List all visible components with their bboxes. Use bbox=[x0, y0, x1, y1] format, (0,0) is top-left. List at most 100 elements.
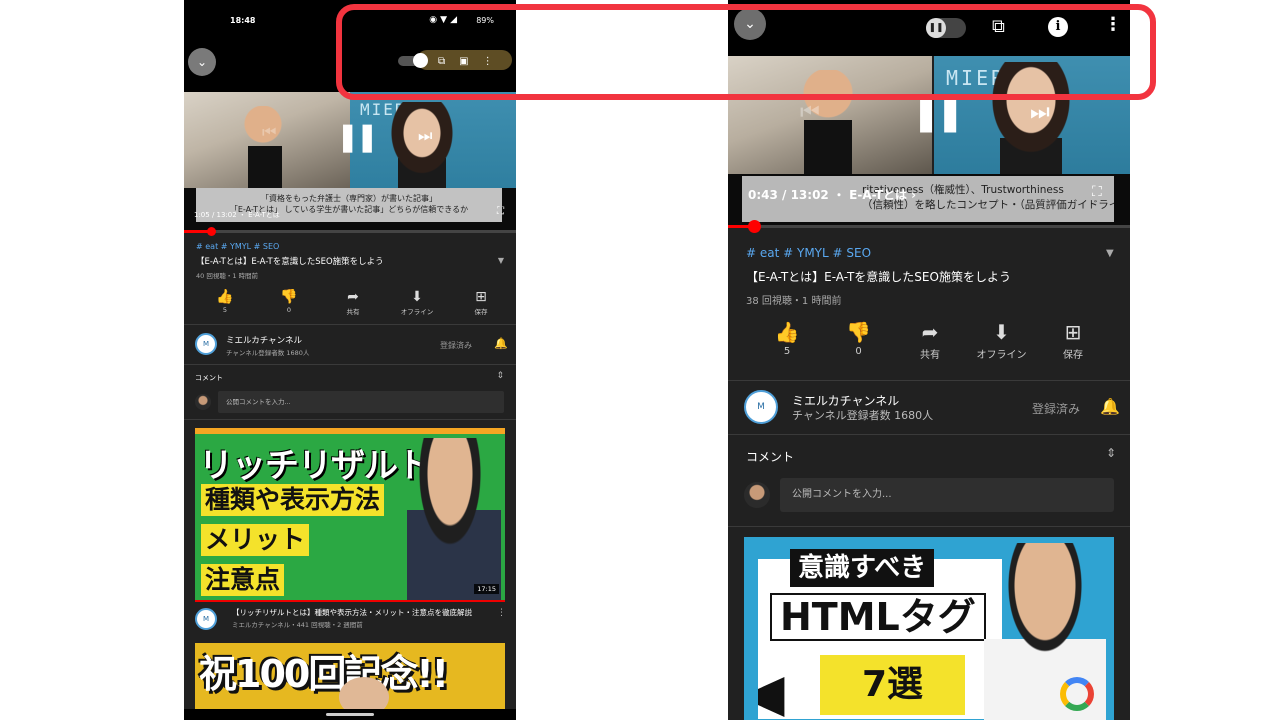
dislike-button[interactable]: 👎 0 bbox=[264, 288, 314, 316]
pause-icon[interactable]: ❚❚ bbox=[911, 92, 965, 133]
fullscreen-icon[interactable]: ⛶ bbox=[1092, 184, 1102, 200]
next-video-title[interactable]: 【リッチリザルトとは】種類や表示方法・メリット・注意点を徹底解説 bbox=[232, 607, 494, 618]
like-button[interactable]: 👍 5 bbox=[200, 288, 250, 316]
channel-name[interactable]: ミエルカチャンネル bbox=[226, 334, 302, 346]
timecode: 1:05 / 13:02 ・ E-A-Tとは bbox=[194, 211, 280, 219]
google-logo-icon bbox=[1060, 677, 1094, 711]
timecode[interactable]: 0:43 / 13:02 ・ E-A-Tとは › bbox=[748, 186, 916, 203]
battery-level: 89% bbox=[476, 16, 494, 25]
comments-heading[interactable]: コメント bbox=[746, 448, 794, 465]
subtitle-line-1: 「資格をもった弁護士（専門家）が書いた記事」 bbox=[261, 194, 437, 203]
channel-avatar[interactable]: M bbox=[744, 390, 778, 424]
more-vert-icon[interactable]: ⋮ bbox=[497, 608, 506, 618]
comments-heading[interactable]: コメント bbox=[195, 373, 223, 383]
next-video-thumbnail[interactable]: 意識すべき HTMLタグ 7選 bbox=[744, 537, 1114, 720]
subscribed-button[interactable]: 登録済み bbox=[440, 340, 472, 351]
next-icon[interactable]: ⏭ bbox=[1030, 100, 1050, 125]
hashtags[interactable]: # eat # YMYL # SEO bbox=[746, 246, 871, 260]
download-button[interactable]: ⬇ オフライン bbox=[967, 318, 1037, 361]
autoplay-toggle[interactable]: ❚❚ bbox=[926, 18, 966, 38]
like-count: 5 bbox=[783, 346, 791, 357]
left-phone-screen: 18:48 ◉▼◢ 89% ⌄ ⧉ ▣ ⋮ MIER ⏮ ❚❚ ⏭ bbox=[184, 0, 516, 720]
right-phone-screen: ⌄ ❚❚ ⧉ i ⋮ MIER ⏮ ❚❚ ⏭ ritativeness（権威性）… bbox=[728, 0, 1130, 720]
download-label: オフライン bbox=[976, 350, 1027, 361]
mieruca-logo-icon: M bbox=[202, 340, 210, 348]
dislike-button[interactable]: 👎 0 bbox=[824, 318, 894, 361]
thumbnail-line-2: HTMLタグ bbox=[770, 593, 986, 641]
expand-comments-icon[interactable]: ⇕ bbox=[496, 371, 504, 381]
video-title[interactable]: 【E-A-Tとは】E-A-Tを意識したSEO施策をしよう bbox=[746, 268, 1011, 285]
pause-icon[interactable]: ❚❚ bbox=[336, 120, 379, 153]
save-button[interactable]: ⊞ 保存 bbox=[456, 288, 506, 316]
expand-comments-icon[interactable]: ⇕ bbox=[1106, 446, 1116, 460]
save-icon: ⊞ bbox=[1064, 320, 1082, 344]
fullscreen-icon[interactable]: ⛶ bbox=[497, 206, 504, 217]
action-bar: 👍 5 👎 0 ➦ 共有 ⬇ オフライン ⊞ 保存 bbox=[200, 288, 506, 316]
save-button[interactable]: ⊞ 保存 bbox=[1038, 318, 1108, 361]
video-meta: 40 回視聴・1 時間前 bbox=[196, 272, 259, 280]
mieruca-logo-icon: M bbox=[202, 615, 210, 623]
presenter-figure bbox=[780, 70, 876, 174]
watched-progress-bar bbox=[195, 600, 505, 602]
status-time: 18:48 bbox=[230, 16, 256, 25]
dislike-count: 0 bbox=[286, 306, 292, 314]
more-vert-icon[interactable]: ⋮ bbox=[1104, 14, 1122, 35]
divider bbox=[184, 324, 516, 325]
thumbnail-line-2: 種類や表示方法 bbox=[201, 484, 385, 516]
captions-icon[interactable]: ▣ bbox=[459, 56, 468, 67]
subscriber-count: チャンネル登録者数 1680人 bbox=[792, 409, 934, 422]
seek-bar-handle[interactable] bbox=[207, 227, 216, 236]
thumb-up-icon: 👍 bbox=[216, 289, 234, 305]
cast-icon[interactable]: ⧉ bbox=[438, 56, 445, 67]
player-top-controls: ⧉ ▣ ⋮ bbox=[398, 52, 493, 70]
info-icon[interactable]: i bbox=[1048, 17, 1068, 37]
save-icon: ⊞ bbox=[475, 289, 487, 305]
download-icon: ⬇ bbox=[993, 320, 1010, 344]
more-vert-icon[interactable]: ⋮ bbox=[483, 56, 493, 67]
share-label: 共有 bbox=[920, 350, 940, 361]
next-icon[interactable]: ⏭ bbox=[418, 126, 432, 146]
autoplay-toggle[interactable] bbox=[398, 53, 428, 68]
mieruca-logo-icon: M bbox=[757, 402, 765, 412]
share-button[interactable]: ➦ 共有 bbox=[328, 288, 378, 316]
minimize-player-button[interactable]: ⌄ bbox=[734, 8, 766, 40]
seek-bar[interactable] bbox=[728, 220, 1130, 233]
chevron-down-icon: ⌄ bbox=[744, 16, 756, 32]
channel-avatar[interactable]: M bbox=[195, 608, 217, 630]
comment-input[interactable]: 公開コメントを入力... bbox=[218, 391, 504, 413]
status-bar: 18:48 ◉▼◢ 89% bbox=[184, 14, 516, 30]
like-button[interactable]: 👍 5 bbox=[752, 318, 822, 361]
next-video-thumbnail[interactable]: リッチリザルト 種類や表示方法 メリット 注意点 17:15 bbox=[195, 428, 505, 600]
channel-avatar[interactable]: M bbox=[195, 333, 217, 355]
thumbnail-line-3: メリット bbox=[201, 524, 310, 556]
share-icon: ➦ bbox=[347, 289, 359, 305]
divider bbox=[728, 526, 1130, 527]
video-meta: 38 回視聴・1 時間前 bbox=[746, 296, 842, 307]
subscribed-button[interactable]: 登録済み bbox=[1032, 400, 1080, 417]
seek-bar-handle[interactable] bbox=[748, 220, 761, 233]
third-video-thumbnail[interactable]: 祝100回記念!! bbox=[195, 643, 505, 709]
thumbnail-line-3: 7選 bbox=[820, 655, 966, 715]
expand-description-icon[interactable]: ▼ bbox=[1106, 248, 1114, 259]
action-bar: 👍 5 👎 0 ➦ 共有 ⬇ オフライン ⊞ 保存 bbox=[752, 318, 1108, 361]
thumbnail-line-4: 注意点 bbox=[201, 564, 285, 596]
seek-bar[interactable] bbox=[184, 227, 516, 236]
video-title[interactable]: 【E-A-Tとは】E-A-Tを意識したSEO施策をしよう bbox=[196, 255, 384, 267]
home-gesture-pill[interactable] bbox=[326, 713, 374, 716]
previous-icon[interactable]: ⏮ bbox=[800, 100, 820, 125]
download-button[interactable]: ⬇ オフライン bbox=[392, 288, 442, 316]
cast-icon[interactable]: ⧉ bbox=[992, 16, 1005, 37]
comment-input[interactable]: 公開コメントを入力... bbox=[780, 478, 1114, 512]
video-player[interactable]: MIER ⏮ ❚❚ ⏭ 「資格をもった弁護士（専門家）が書いた記事」 「E-A-… bbox=[184, 92, 516, 230]
video-player[interactable]: MIER ⏮ ❚❚ ⏭ ritativeness（権威性）、Trustworth… bbox=[728, 56, 1130, 226]
expand-description-icon[interactable]: ▼ bbox=[498, 256, 504, 265]
hashtags[interactable]: # eat # YMYL # SEO bbox=[196, 242, 279, 251]
bell-icon[interactable]: 🔔 bbox=[1100, 397, 1120, 416]
previous-icon[interactable]: ⏮ bbox=[262, 122, 276, 142]
player-top-bar: ⌄ ❚❚ ⧉ i ⋮ bbox=[728, 0, 1130, 56]
download-label: オフライン bbox=[400, 308, 434, 316]
signal-wifi-icons: ◉▼◢ bbox=[429, 15, 460, 25]
share-button[interactable]: ➦ 共有 bbox=[895, 318, 965, 361]
bell-icon[interactable]: 🔔 bbox=[494, 337, 508, 350]
minimize-player-button[interactable]: ⌄ bbox=[188, 48, 216, 76]
